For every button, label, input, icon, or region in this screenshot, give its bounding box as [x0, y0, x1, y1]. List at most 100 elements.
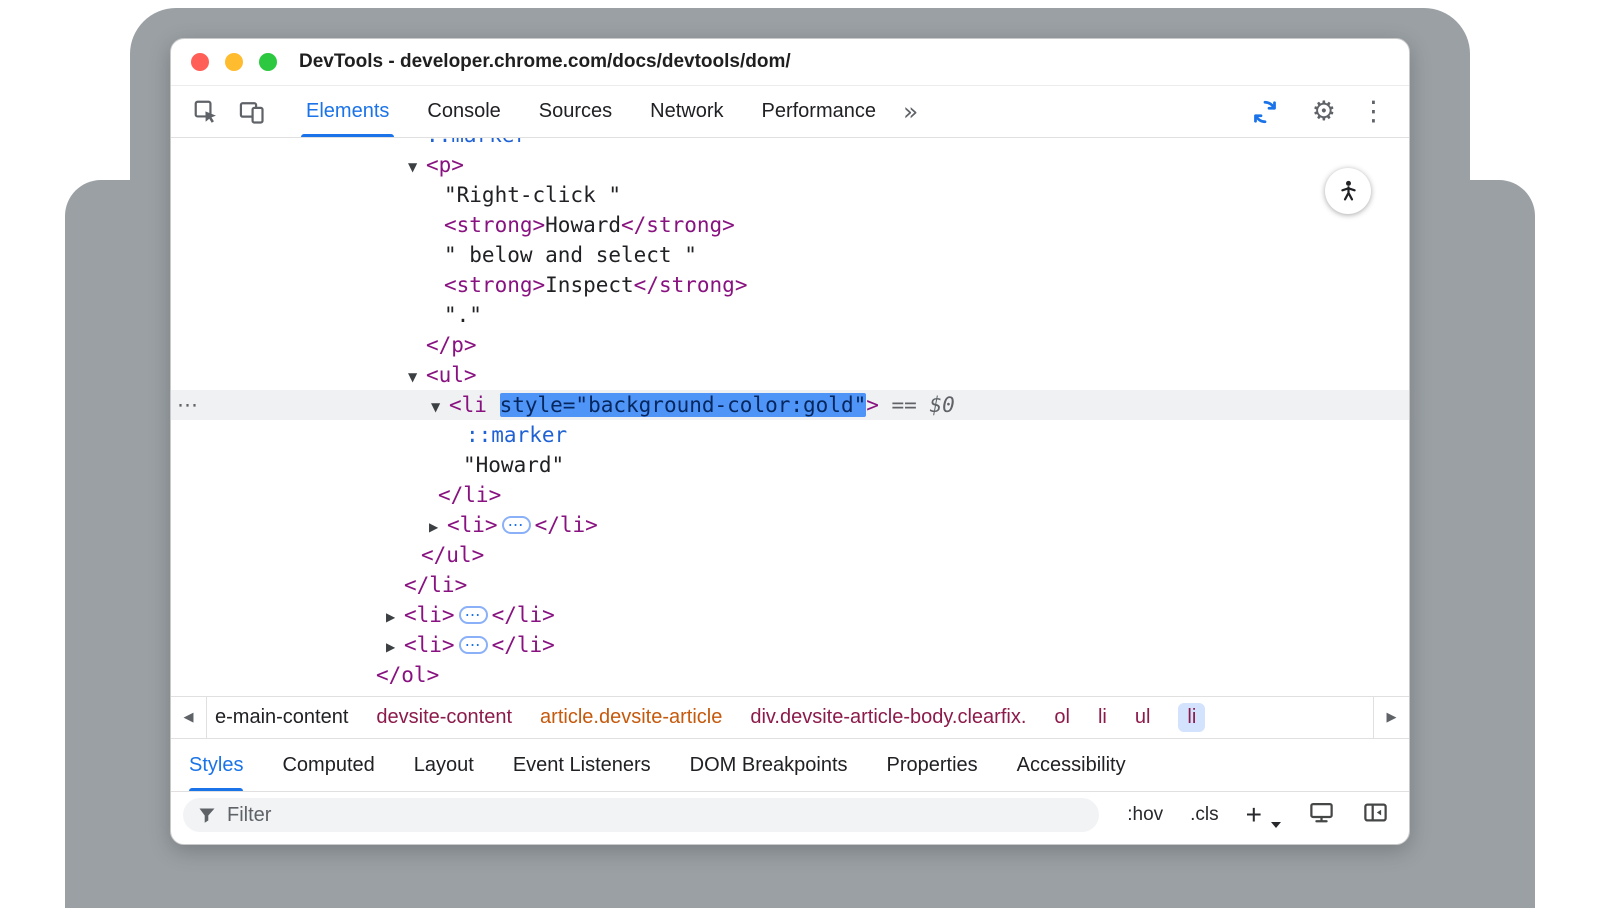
tag-token: <p>	[426, 153, 464, 177]
rotate-arrows-icon[interactable]	[1249, 96, 1281, 128]
breadcrumb-bar: ◀ e-main-content devsite-content article.d…	[171, 696, 1409, 738]
disclosure-expanded-icon[interactable]: ▼	[431, 392, 449, 422]
device-toolbar-icon[interactable]	[236, 96, 268, 128]
zoom-button[interactable]	[259, 53, 277, 71]
main-toolbar: ElementsConsoleSourcesNetworkPerformance…	[171, 86, 1409, 138]
dom-tree-line[interactable]: ▶<li>⋯</li>	[171, 510, 1409, 540]
styles-controls: :hov .cls +	[1127, 799, 1389, 831]
breadcrumb-item[interactable]: article.devsite-article	[540, 706, 722, 729]
settings-gear-icon[interactable]: ⚙	[1312, 98, 1336, 125]
inspect-element-icon[interactable]	[190, 96, 222, 128]
breadcrumb-item[interactable]: ol	[1054, 706, 1070, 729]
panel-tabs: ElementsConsoleSourcesNetworkPerformance	[287, 86, 895, 137]
rendering-emulations-icon[interactable]	[1308, 799, 1335, 831]
text-node: "Howard"	[463, 453, 564, 477]
tag-token: </li>	[438, 483, 501, 507]
dom-tree-line[interactable]: ::marker	[171, 138, 1409, 150]
pseudo-element-token: ::marker	[426, 138, 527, 147]
text-node: " below and select "	[444, 243, 697, 267]
dom-tree-line[interactable]: ::marker	[171, 420, 1409, 450]
expand-children-button[interactable]: ⋯	[459, 606, 488, 624]
filter-placeholder: Filter	[227, 804, 271, 827]
breadcrumb-item[interactable]: li	[1098, 706, 1107, 729]
tab-layout[interactable]: Layout	[414, 739, 474, 791]
dom-tree-line[interactable]: ▶<li>⋯</li>	[171, 630, 1409, 660]
breadcrumb-scroll-right-button[interactable]: ▶	[1373, 697, 1409, 738]
tab-dom-breakpoints[interactable]: DOM Breakpoints	[690, 739, 848, 791]
right-arrow-icon: ▶	[1387, 710, 1397, 725]
tab-network[interactable]: Network	[631, 86, 742, 137]
titlebar: DevTools - developer.chrome.com/docs/dev…	[171, 39, 1409, 86]
kebab-menu-icon[interactable]: ⋮	[1360, 98, 1387, 125]
tag-token: </li>	[535, 513, 598, 537]
dom-tree-line[interactable]: " below and select "	[171, 240, 1409, 270]
tab-event-listeners[interactable]: Event Listeners	[513, 739, 651, 791]
close-button[interactable]	[191, 53, 209, 71]
disclosure-collapsed-icon[interactable]: ▶	[386, 602, 404, 632]
tab-styles[interactable]: Styles	[189, 739, 243, 791]
tag-token: </strong>	[621, 213, 735, 237]
breadcrumb-item[interactable]: div.devsite-article-body.clearfix.	[750, 706, 1026, 729]
expand-children-button[interactable]: ⋯	[459, 636, 488, 654]
tag-token: </li>	[492, 633, 555, 657]
more-tabs-icon[interactable]: »	[903, 97, 918, 126]
dom-tree-line[interactable]: "Howard"	[171, 450, 1409, 480]
dom-tree-line[interactable]: ▼<p>	[171, 150, 1409, 180]
tab-sources[interactable]: Sources	[520, 86, 631, 137]
breadcrumb-scroll-left-button[interactable]: ◀	[171, 697, 207, 738]
sidebar-tabs: Styles Computed Layout Event Listeners DOM B…	[171, 738, 1409, 791]
tab-console[interactable]: Console	[408, 86, 519, 137]
accessibility-button[interactable]	[1325, 168, 1371, 214]
expand-children-button[interactable]: ⋯	[502, 516, 531, 534]
tab-accessibility[interactable]: Accessibility	[1017, 739, 1126, 791]
accessibility-person-icon	[1335, 178, 1362, 205]
dom-tree-line[interactable]: "."	[171, 300, 1409, 330]
selected-attribute: style="background-color:gold"	[500, 393, 867, 417]
tag-token: <ul>	[426, 363, 477, 387]
dom-tree-line[interactable]: ▶<li>⋯</li>	[171, 600, 1409, 630]
disclosure-collapsed-icon[interactable]: ▶	[386, 632, 404, 662]
text-node: "Right-click "	[444, 183, 621, 207]
tag-token: <strong>	[444, 273, 545, 297]
toggle-element-state-button[interactable]: :hov	[1127, 804, 1163, 826]
dom-tree-line[interactable]: <strong>Howard</strong>	[171, 210, 1409, 240]
breadcrumb-item-selected[interactable]: li	[1178, 703, 1205, 732]
tag-token: </li>	[404, 573, 467, 597]
dom-tree-line[interactable]: </ul>	[171, 540, 1409, 570]
breadcrumb-item[interactable]: ul	[1135, 706, 1151, 729]
left-arrow-icon: ◀	[184, 710, 194, 725]
tag-token: </strong>	[634, 273, 748, 297]
styles-toolbar: Filter :hov .cls +	[171, 791, 1409, 844]
breadcrumb-item[interactable]: e-main-content	[215, 706, 348, 729]
dom-tree-line[interactable]: <strong>Inspect</strong>	[171, 270, 1409, 300]
disclosure-collapsed-icon[interactable]: ▶	[429, 512, 447, 542]
new-style-rule-button[interactable]: +	[1246, 801, 1262, 829]
tab-properties[interactable]: Properties	[887, 739, 978, 791]
disclosure-expanded-icon[interactable]: ▼	[408, 362, 426, 392]
dom-tree-line[interactable]: </li>	[171, 570, 1409, 600]
breadcrumb: e-main-content devsite-content article.dev…	[207, 697, 1373, 738]
dom-tree-line[interactable]: ⋯▼<li style="background-color:gold"> == …	[171, 390, 1409, 420]
tab-elements[interactable]: Elements	[287, 86, 408, 137]
tag-token: <li>	[404, 603, 455, 627]
tag-token: >	[866, 393, 879, 417]
dom-tree-line[interactable]: </ol>	[171, 660, 1409, 690]
tab-performance[interactable]: Performance	[743, 86, 896, 137]
dom-tree-line[interactable]: </li>	[171, 480, 1409, 510]
minimize-button[interactable]	[225, 53, 243, 71]
page: DevTools - developer.chrome.com/docs/dev…	[0, 0, 1600, 908]
tag-token: <strong>	[444, 213, 545, 237]
dom-tree-line[interactable]: "Right-click "	[171, 180, 1409, 210]
dom-tree-line[interactable]: </p>	[171, 330, 1409, 360]
new-style-rule-caret-icon[interactable]	[1271, 822, 1281, 828]
disclosure-expanded-icon[interactable]: ▼	[408, 152, 426, 182]
tab-computed[interactable]: Computed	[282, 739, 374, 791]
breadcrumb-item[interactable]: devsite-content	[376, 706, 512, 729]
devtools-window: DevTools - developer.chrome.com/docs/dev…	[170, 38, 1410, 845]
filter-input[interactable]: Filter	[183, 798, 1099, 832]
row-more-actions-icon[interactable]: ⋯	[177, 390, 198, 420]
toggle-sidebar-icon[interactable]	[1362, 799, 1389, 831]
dom-tree-line[interactable]: ▼<ul>	[171, 360, 1409, 390]
pseudo-element-token: ::marker	[466, 423, 567, 447]
toggle-classes-button[interactable]: .cls	[1190, 804, 1219, 826]
